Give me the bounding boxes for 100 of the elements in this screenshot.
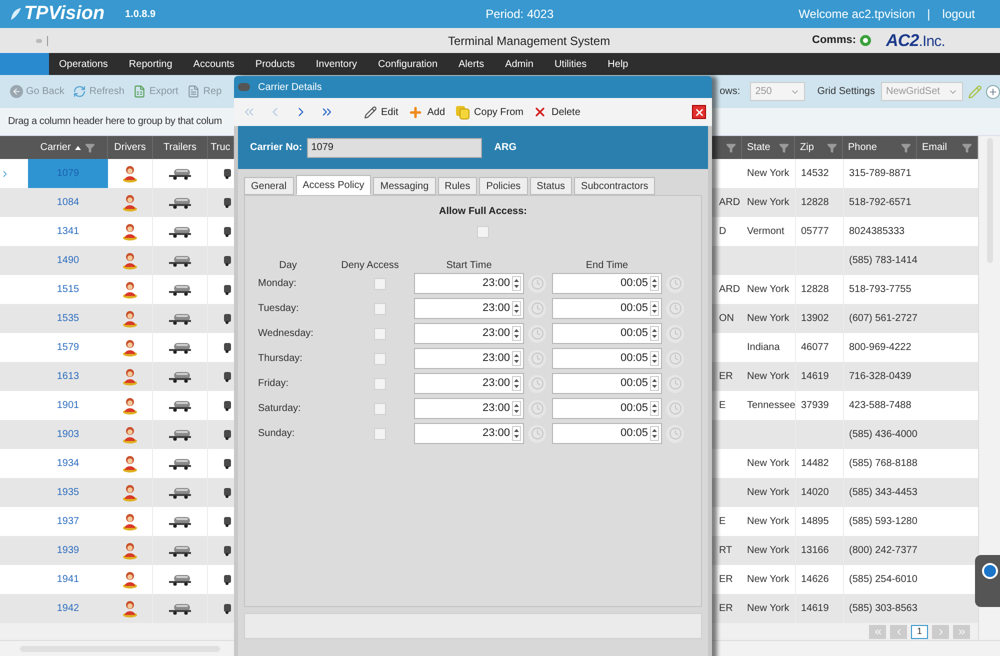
column-header[interactable]: Truc xyxy=(210,140,230,155)
carrier-link[interactable]: 1084 xyxy=(28,188,108,217)
menu-item[interactable]: Alerts xyxy=(458,56,484,72)
checkbox[interactable] xyxy=(374,302,386,314)
carrier-link[interactable]: 1490 xyxy=(28,246,108,275)
column-header[interactable]: Carrier xyxy=(40,140,71,155)
carrier-link[interactable]: 1341 xyxy=(28,217,108,246)
menu-item[interactable]: Reporting xyxy=(128,56,172,72)
menu-item[interactable]: Configuration xyxy=(378,56,438,72)
checkbox[interactable] xyxy=(477,226,489,238)
spinner-icon[interactable] xyxy=(512,326,521,341)
vertical-scrollbar[interactable] xyxy=(978,136,1000,640)
carrier-link[interactable]: 1937 xyxy=(28,507,108,536)
menu-item[interactable]: Operations xyxy=(59,56,108,72)
checkbox[interactable] xyxy=(374,352,386,364)
clock-icon[interactable] xyxy=(528,274,546,292)
menu-item[interactable]: Help xyxy=(608,56,628,72)
checkbox[interactable] xyxy=(374,428,386,440)
checkbox[interactable] xyxy=(374,278,386,290)
column-header[interactable]: Email xyxy=(922,140,948,155)
checkbox[interactable] xyxy=(374,328,386,340)
tab[interactable]: Policies xyxy=(479,177,528,195)
clock-icon[interactable] xyxy=(666,374,684,392)
previous-page-button[interactable] xyxy=(890,624,907,638)
clock-icon[interactable] xyxy=(666,274,684,292)
column-header[interactable]: State xyxy=(747,140,770,155)
column-header[interactable]: Phone xyxy=(848,140,877,155)
filter-icon[interactable] xyxy=(827,142,837,152)
carrier-link[interactable]: 1901 xyxy=(28,391,108,420)
carrier-link[interactable]: 1941 xyxy=(28,565,108,594)
carrier-link[interactable]: 1579 xyxy=(28,333,108,362)
time-field[interactable]: 00:05 xyxy=(552,373,662,394)
spinner-icon[interactable] xyxy=(512,351,521,366)
spinner-icon[interactable] xyxy=(650,301,659,316)
filter-icon[interactable] xyxy=(901,142,911,152)
next-page-button[interactable] xyxy=(932,624,949,638)
clock-icon[interactable] xyxy=(666,400,684,418)
clock-icon[interactable] xyxy=(528,374,546,392)
tab[interactable]: Access Policy xyxy=(296,175,372,195)
clock-icon[interactable] xyxy=(528,300,546,318)
filter-icon[interactable] xyxy=(726,142,736,152)
menu-item[interactable]: Products xyxy=(255,56,295,72)
time-field[interactable]: 23:00 xyxy=(414,273,524,294)
carrier-no-field[interactable]: 1079 xyxy=(307,138,482,158)
spinner-icon[interactable] xyxy=(650,401,659,416)
column-header[interactable]: Zip xyxy=(800,140,814,155)
clock-icon[interactable] xyxy=(528,400,546,418)
carrier-link[interactable]: 1515 xyxy=(28,275,108,304)
time-field[interactable]: 00:05 xyxy=(552,298,662,319)
spinner-icon[interactable] xyxy=(650,376,659,391)
clock-icon[interactable] xyxy=(528,324,546,342)
carrier-link[interactable]: 1935 xyxy=(28,478,108,507)
home-tab[interactable] xyxy=(0,53,49,75)
collapse-icon[interactable] xyxy=(36,36,48,46)
time-field[interactable]: 23:00 xyxy=(414,298,524,319)
tab[interactable]: Rules xyxy=(438,177,478,195)
spinner-icon[interactable] xyxy=(512,401,521,416)
action-button[interactable]: Copy From xyxy=(455,104,524,120)
side-tab[interactable] xyxy=(975,555,1000,607)
tab[interactable]: Status xyxy=(530,177,572,195)
spinner-icon[interactable] xyxy=(650,426,659,441)
tab[interactable]: General xyxy=(244,177,294,195)
action-button[interactable]: Delete xyxy=(533,104,580,120)
filter-icon[interactable] xyxy=(779,142,789,152)
close-button[interactable] xyxy=(692,105,706,119)
column-header[interactable]: Trailers xyxy=(164,140,196,155)
add-icon[interactable] xyxy=(986,84,1000,98)
clock-icon[interactable] xyxy=(528,424,546,442)
time-field[interactable]: 23:00 xyxy=(414,423,524,444)
carrier-link[interactable]: 1535 xyxy=(28,304,108,333)
time-field[interactable]: 00:05 xyxy=(552,348,662,369)
time-field[interactable]: 23:00 xyxy=(414,373,524,394)
carrier-link[interactable]: 1903 xyxy=(28,420,108,449)
column-header[interactable]: Drivers xyxy=(114,140,146,155)
spinner-icon[interactable] xyxy=(650,276,659,291)
last-page-button[interactable] xyxy=(953,624,970,638)
menu-item[interactable]: Accounts xyxy=(193,56,234,72)
pencil-icon[interactable] xyxy=(968,84,982,98)
spinner-icon[interactable] xyxy=(512,276,521,291)
time-field[interactable]: 23:00 xyxy=(414,398,524,419)
tab[interactable]: Subcontractors xyxy=(574,177,656,195)
clock-icon[interactable] xyxy=(666,424,684,442)
time-field[interactable]: 00:05 xyxy=(552,323,662,344)
clock-icon[interactable] xyxy=(666,324,684,342)
filter-icon[interactable] xyxy=(84,142,95,152)
clock-icon[interactable] xyxy=(666,350,684,368)
tab[interactable]: Messaging xyxy=(373,177,436,195)
carrier-link[interactable]: 1934 xyxy=(28,449,108,478)
spinner-icon[interactable] xyxy=(650,326,659,341)
filter-icon[interactable] xyxy=(962,142,972,152)
menu-item[interactable]: Inventory xyxy=(316,56,358,72)
menu-item[interactable]: Admin xyxy=(505,56,534,72)
spinner-icon[interactable] xyxy=(512,301,521,316)
menu-item[interactable]: Utilities xyxy=(554,56,587,72)
checkbox[interactable] xyxy=(374,402,386,414)
carrier-link[interactable]: 1613 xyxy=(28,362,108,391)
clock-icon[interactable] xyxy=(666,300,684,318)
clock-icon[interactable] xyxy=(528,350,546,368)
time-field[interactable]: 00:05 xyxy=(552,273,662,294)
action-button[interactable]: Add xyxy=(408,104,446,120)
